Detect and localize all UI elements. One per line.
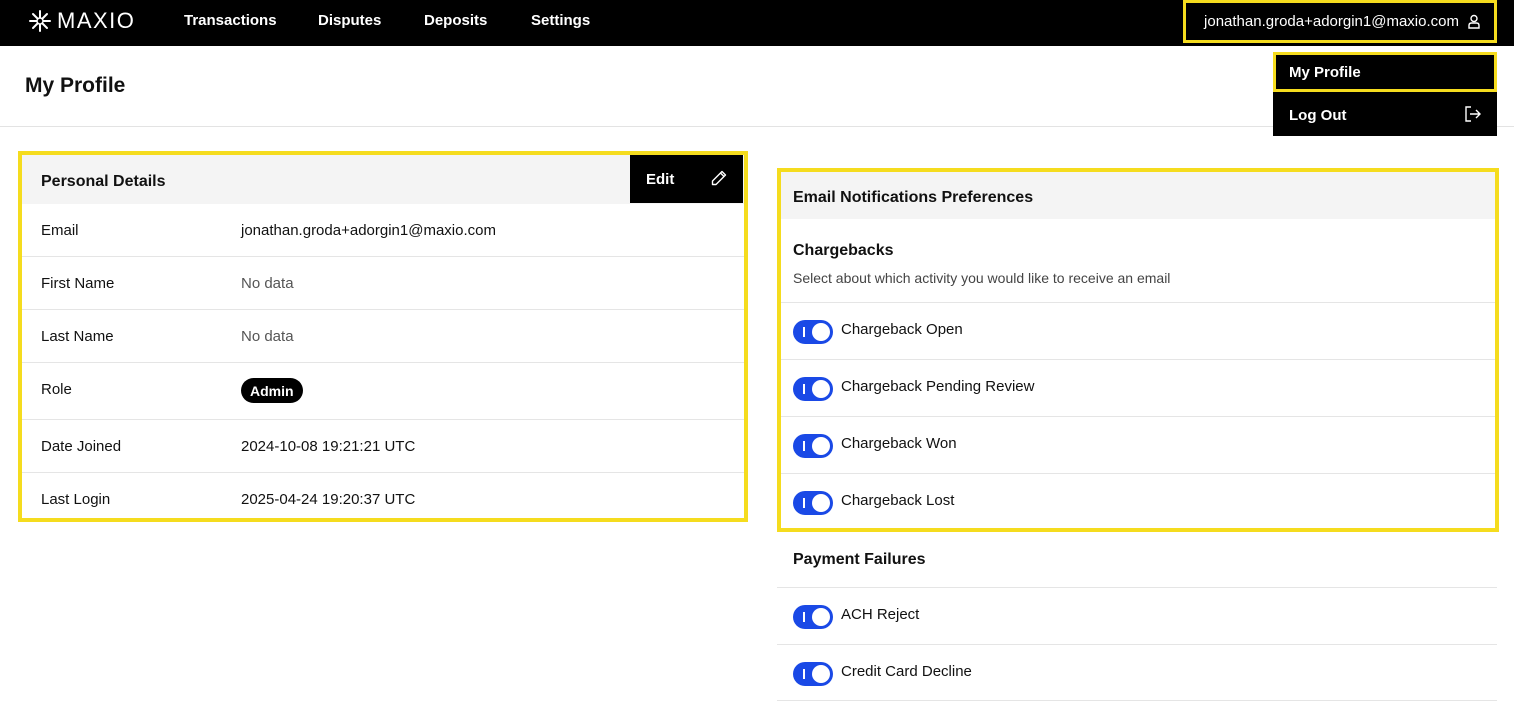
toggle-label: Chargeback Open (841, 321, 963, 338)
toggle-label: Chargeback Won (841, 435, 957, 452)
detail-row-last-login: Last Login 2025-04-24 19:20:37 UTC (22, 473, 744, 518)
pencil-icon (711, 170, 727, 186)
menu-item-my-profile[interactable]: My Profile (1273, 52, 1497, 92)
toggle-switch-chargeback-lost[interactable] (793, 491, 833, 515)
personal-details-card: Personal Details Edit Email jonathan.gro… (18, 151, 748, 522)
email-notifications-card: Email Notifications Preferences Chargeba… (777, 168, 1499, 532)
payment-failures-title: Payment Failures (793, 551, 926, 568)
page-title: My Profile (25, 74, 126, 97)
detail-label: Last Name (41, 328, 114, 345)
menu-item-label: Log Out (1289, 106, 1347, 124)
nav-disputes[interactable]: Disputes (318, 12, 381, 29)
top-navigation-bar: MAXIO Transactions Disputes Deposits Set… (0, 0, 1514, 46)
toggle-knob (812, 437, 830, 455)
toggle-switch-chargeback-won[interactable] (793, 434, 833, 458)
detail-label: Last Login (41, 491, 111, 508)
toggle-switch-chargeback-open[interactable] (793, 320, 833, 344)
maxio-logo-icon (29, 10, 51, 32)
toggle-on-mark (803, 498, 805, 508)
toggle-label: Chargeback Pending Review (841, 378, 1035, 395)
detail-row-role: Role Admin (22, 363, 744, 420)
detail-value-last-name: No data (241, 328, 294, 345)
logo-text: MAXIO (57, 8, 136, 33)
logout-icon (1465, 106, 1481, 122)
toggle-row-credit-card-decline: Credit Card Decline (777, 644, 1497, 701)
maxio-logo[interactable]: MAXIO (29, 8, 136, 33)
detail-label: First Name (41, 275, 115, 292)
toggle-switch-chargeback-pending-review[interactable] (793, 377, 833, 401)
role-badge: Admin (241, 378, 303, 403)
toggle-label: Credit Card Decline (841, 663, 972, 680)
toggle-on-mark (803, 384, 805, 394)
detail-value-email: jonathan.groda+adorgin1@maxio.com (241, 222, 496, 239)
toggle-row-chargeback-lost: Chargeback Lost (781, 473, 1495, 530)
toggle-row-ach-reject: ACH Reject (777, 587, 1497, 644)
email-notifications-title: Email Notifications Preferences (793, 189, 1034, 206)
user-menu-button[interactable]: jonathan.groda+adorgin1@maxio.com (1183, 0, 1497, 43)
detail-value-last-login: 2025-04-24 19:20:37 UTC (241, 491, 416, 508)
toggle-knob (812, 323, 830, 341)
user-email: jonathan.groda+adorgin1@maxio.com (1204, 13, 1459, 30)
toggle-label: Chargeback Lost (841, 492, 955, 509)
detail-row-last-name: Last Name No data (22, 310, 744, 363)
detail-value-first-name: No data (241, 275, 294, 292)
user-dropdown-menu: My Profile Log Out (1273, 52, 1497, 136)
chargebacks-subtitle: Select about which activity you would li… (793, 270, 1171, 286)
detail-row-email: Email jonathan.groda+adorgin1@maxio.com (22, 204, 744, 257)
toggle-label: ACH Reject (841, 606, 920, 623)
toggle-on-mark (803, 441, 805, 451)
toggle-on-mark (803, 327, 805, 337)
detail-label: Role (41, 381, 72, 398)
email-notifications-header: Email Notifications Preferences (781, 172, 1495, 219)
toggle-row-chargeback-pending-review: Chargeback Pending Review (781, 359, 1495, 416)
edit-button[interactable]: Edit (630, 155, 743, 203)
user-icon (1468, 14, 1480, 29)
payment-failures-section: Payment Failures ACH Reject Credit Card … (777, 540, 1497, 726)
chargebacks-title: Chargebacks (793, 242, 894, 259)
toggle-row-chargeback-won: Chargeback Won (781, 416, 1495, 473)
nav-settings[interactable]: Settings (531, 12, 590, 29)
personal-details-header: Personal Details Edit (22, 155, 744, 204)
nav-transactions[interactable]: Transactions (184, 12, 277, 29)
detail-value-date-joined: 2024-10-08 19:21:21 UTC (241, 438, 416, 455)
detail-row-date-joined: Date Joined 2024-10-08 19:21:21 UTC (22, 420, 744, 473)
toggle-knob (812, 494, 830, 512)
toggle-knob (812, 665, 830, 683)
detail-row-first-name: First Name No data (22, 257, 744, 310)
detail-label: Email (41, 222, 79, 239)
toggle-row-chargeback-open: Chargeback Open (781, 302, 1495, 359)
personal-details-title: Personal Details (41, 173, 166, 190)
edit-label: Edit (646, 170, 675, 188)
section-divider (777, 700, 1497, 701)
toggle-on-mark (803, 612, 805, 622)
detail-label: Date Joined (41, 438, 122, 455)
toggle-on-mark (803, 669, 805, 679)
menu-item-label: My Profile (1289, 63, 1361, 81)
nav-deposits[interactable]: Deposits (424, 12, 487, 29)
toggle-switch-ach-reject[interactable] (793, 605, 833, 629)
toggle-switch-credit-card-decline[interactable] (793, 662, 833, 686)
toggle-knob (812, 380, 830, 398)
toggle-knob (812, 608, 830, 626)
menu-item-log-out[interactable]: Log Out (1273, 96, 1497, 134)
